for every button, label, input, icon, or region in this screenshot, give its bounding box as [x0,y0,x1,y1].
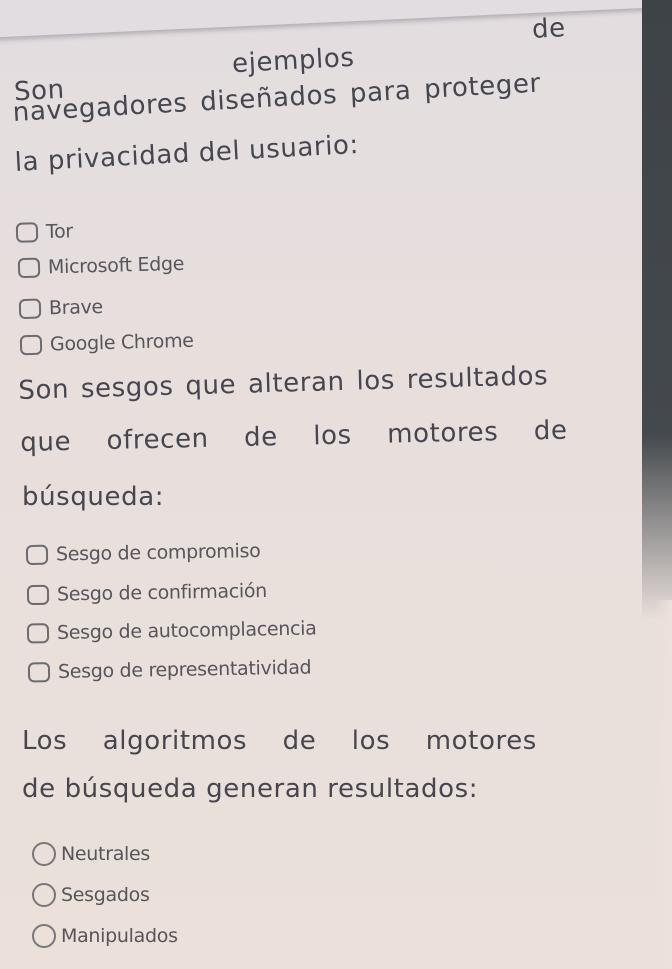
radio-icon[interactable] [32,842,56,866]
question-1-text-ejemplos: ejemplos [231,42,356,80]
worksheet-page: de ejemplos Son navegadores diseñados pa… [0,0,672,969]
option-label: Google Chrome [49,329,194,356]
question-2-text-line1: Son sesgos que alteran los resultados [18,361,549,406]
option-sesgo-autocomplacencia[interactable]: Sesgo de autocomplacencia [26,617,317,645]
option-sesgo-compromiso[interactable]: Sesgo de compromiso [25,539,261,566]
radio-icon[interactable] [32,883,56,907]
checkbox-icon[interactable] [26,584,50,606]
option-label: Tor [45,220,74,243]
question-1-text-line2: navegadores diseñados para proteger [12,68,542,128]
checkbox-icon[interactable] [18,298,42,320]
option-manipulados[interactable]: Manipulados [32,924,178,948]
option-neutrales[interactable]: Neutrales [32,842,150,866]
option-brave[interactable]: Brave [18,295,104,320]
question-1-text-de: de [531,13,567,45]
background-edge [642,0,672,620]
radio-icon[interactable] [32,924,56,948]
question-2-text-line2: que ofrecen de los motores de [20,415,568,458]
option-sesgo-confirmacion[interactable]: Sesgo de confirmación [26,579,268,606]
option-label: Sesgados [61,884,150,906]
question-2-text-line3: búsqueda: [22,482,165,512]
option-sesgados[interactable]: Sesgados [32,883,150,907]
option-sesgo-representatividad[interactable]: Sesgo de representatividad [27,656,312,684]
option-label: Microsoft Edge [47,252,185,279]
checkbox-icon[interactable] [26,623,50,644]
option-label: Neutrales [61,843,151,865]
option-label: Sesgo de representatividad [57,656,312,683]
option-label: Sesgo de autocomplacencia [56,617,317,645]
checkbox-icon[interactable] [27,662,51,683]
checkbox-icon[interactable] [17,257,41,279]
checkbox-icon[interactable] [19,334,43,356]
question-3-text-line1: Los algoritmos de los motores [22,726,537,756]
option-label: Sesgo de compromiso [55,539,261,566]
checkbox-icon[interactable] [25,544,49,566]
checkbox-icon[interactable] [15,222,39,243]
paper-edge-fade [654,600,672,969]
option-google-chrome[interactable]: Google Chrome [19,329,194,357]
option-microsoft-edge[interactable]: Microsoft Edge [17,252,185,279]
question-1-text-line3: la privacidad del usuario: [14,129,360,178]
option-tor[interactable]: Tor [15,220,74,243]
question-3-text-line2: de búsqueda generan resultados: [22,774,479,804]
paper-top-edge [0,0,672,38]
option-label: Sesgo de confirmación [56,579,268,606]
option-label: Brave [48,295,104,320]
option-label: Manipulados [61,925,178,947]
